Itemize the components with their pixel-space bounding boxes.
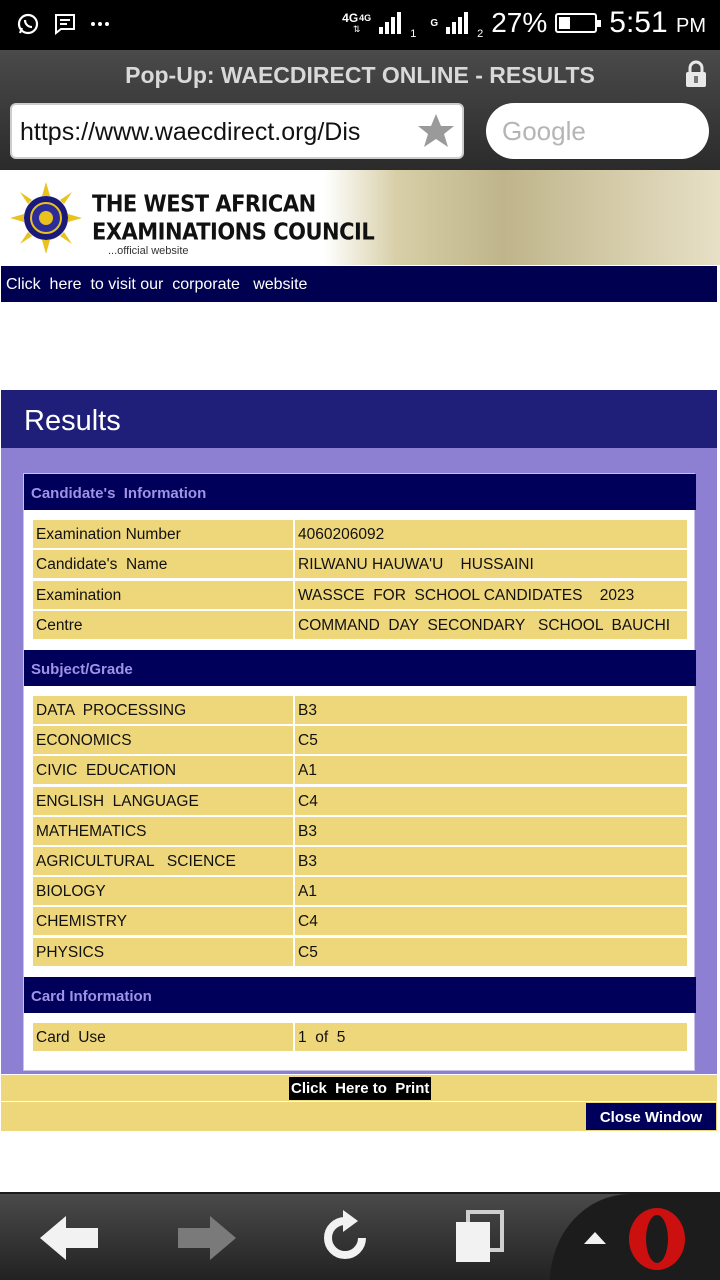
subject-grade-heading: Subject/Grade — [24, 650, 696, 686]
subject-grade-row: ECONOMICS C5 — [33, 726, 687, 755]
candidate-info-row-value: WASSCE FOR SCHOOL CANDIDATES 2023 — [295, 580, 687, 609]
battery-icon — [555, 13, 602, 33]
subject-grade-row-label: ECONOMICS — [33, 726, 293, 755]
browser-nav-bar — [0, 1192, 720, 1280]
subject-grade-row-value: C4 — [295, 907, 687, 936]
battery-percent: 27% — [491, 7, 548, 38]
subject-grade-row-label: DATA PROCESSING — [33, 696, 293, 724]
print-button[interactable]: Click Here to Print — [289, 1077, 432, 1100]
candidate-info-row: Examination WASSCE FOR SCHOOL CANDIDATES … — [33, 580, 687, 609]
banner-title-line2: EXAMINATIONS COUNCIL — [92, 219, 375, 245]
search-placeholder: Google — [502, 116, 586, 146]
url-field[interactable]: https://www.waecdirect.org/Dis — [10, 103, 464, 159]
signal-strength-sim2-icon — [446, 12, 469, 34]
subject-grade-row-value: C5 — [295, 937, 687, 966]
subject-grade-row-value: B3 — [295, 816, 687, 845]
message-icon — [55, 14, 75, 35]
subject-grade-row: DATA PROCESSING B3 — [33, 696, 687, 724]
banner-title: THE WEST AFRICAN EXAMINATIONS COUNCIL — [92, 190, 375, 246]
subject-grade-row-label: MATHEMATICS — [33, 816, 293, 845]
popup-title: Pop-Up: WAECDIRECT ONLINE - RESULTS — [125, 62, 595, 88]
forward-arrow-icon[interactable] — [170, 1208, 240, 1268]
waec-logo-icon — [10, 182, 82, 254]
subject-grade-row: CHEMISTRY C4 — [33, 907, 687, 936]
candidate-info-row-value: 4060206092 — [295, 520, 687, 548]
close-window-button[interactable]: Close Window — [586, 1103, 716, 1130]
results-heading: Results — [1, 390, 717, 448]
candidate-info-row-label: Examination Number — [33, 520, 293, 548]
subject-grade-row-value: A1 — [295, 756, 687, 785]
reload-icon[interactable] — [310, 1208, 380, 1268]
sim1-index: 1 — [410, 28, 417, 40]
card-info-row-value: 1 of 5 — [295, 1023, 687, 1051]
subject-grade-row-value: C4 — [295, 786, 687, 815]
candidate-info-heading: Candidate's Information — [24, 474, 696, 510]
card-info-heading: Card Information — [24, 977, 696, 1013]
clock: 5:51 PM — [609, 6, 706, 40]
clock-time: 5:51 — [609, 6, 668, 39]
card-info-row-label: Card Use — [33, 1023, 293, 1051]
candidate-info-row: Centre COMMAND DAY SECONDARY SCHOOL BAUCH… — [33, 610, 687, 639]
banner-subtitle: ...official website — [108, 245, 189, 257]
tabs-icon[interactable] — [446, 1208, 516, 1268]
back-arrow-icon[interactable] — [36, 1208, 106, 1268]
more-dots-icon — [91, 22, 109, 26]
subject-grade-row-label: CIVIC EDUCATION — [33, 756, 293, 785]
candidate-info-row: Candidate's Name RILWANU HAUWA'U HUSSAINI — [33, 550, 687, 579]
subject-grade-row: MATHEMATICS B3 — [33, 816, 687, 845]
clock-ampm: PM — [676, 15, 706, 37]
search-input[interactable]: Google — [486, 103, 709, 159]
subject-grade-row: CIVIC EDUCATION A1 — [33, 756, 687, 785]
subject-grade-row-value: B3 — [295, 696, 687, 724]
subject-grade-row-label: CHEMISTRY — [33, 907, 293, 936]
candidate-info-row-label: Examination — [33, 580, 293, 609]
subject-grade-row-value: C5 — [295, 726, 687, 755]
results-container: Candidate's Information Examination Numb… — [1, 448, 717, 1074]
browser-toolbar: Pop-Up: WAECDIRECT ONLINE - RESULTS http… — [0, 50, 720, 170]
status-bar: 4G 4G ⇅ 1 G 2 27% 5:51 PM — [0, 0, 720, 50]
network-type-label: 4G — [342, 10, 359, 25]
subject-grade-row-value: A1 — [295, 877, 687, 906]
subject-grade-row: PHYSICS C5 — [33, 937, 687, 966]
candidate-info-row-value: RILWANU HAUWA'U HUSSAINI — [295, 550, 687, 579]
network-type-sim2: G — [430, 17, 439, 29]
subject-grade-row-label: BIOLOGY — [33, 877, 293, 906]
candidate-info-row: Examination Number 4060206092 — [33, 520, 687, 548]
subject-grade-row: AGRICULTURAL SCIENCE B3 — [33, 847, 687, 875]
lock-icon — [686, 60, 706, 87]
subject-grade-row: BIOLOGY A1 — [33, 877, 687, 906]
opera-icon[interactable] — [626, 1206, 688, 1272]
subject-grade-row-label: ENGLISH LANGUAGE — [33, 786, 293, 815]
opera-menu-area — [550, 1194, 720, 1280]
candidate-info-row-value: COMMAND DAY SECONDARY SCHOOL BAUCHI — [295, 610, 687, 639]
subject-grade-row-value: B3 — [295, 847, 687, 875]
card-info-row: Card Use 1 of 5 — [33, 1023, 687, 1051]
bookmark-star-icon[interactable] — [416, 111, 456, 151]
menu-up-icon[interactable] — [582, 1230, 608, 1246]
print-bar: Click Here to Print — [1, 1075, 717, 1101]
url-text: https://www.waecdirect.org/Dis — [20, 118, 361, 146]
results-panel: Candidate's Information Examination Numb… — [23, 473, 696, 1071]
sim2-index: 2 — [477, 28, 484, 40]
subject-grade-row-label: AGRICULTURAL SCIENCE — [33, 847, 293, 875]
subject-grade-row-label: PHYSICS — [33, 937, 293, 966]
candidate-info-row-label: Centre — [33, 610, 293, 639]
network-type-label-secondary: 4G — [359, 12, 372, 23]
candidate-info-row-label: Candidate's Name — [33, 550, 293, 579]
subject-grade-row: ENGLISH LANGUAGE C4 — [33, 786, 687, 815]
close-bar: Close Window — [1, 1102, 717, 1131]
waec-banner: THE WEST AFRICAN EXAMINATIONS COUNCIL ..… — [0, 170, 720, 265]
whatsapp-icon — [17, 13, 39, 35]
data-arrows-icon: ⇅ — [352, 23, 361, 34]
corporate-website-link[interactable]: Click here to visit our corporate websit… — [1, 266, 717, 302]
signal-strength-sim1-icon — [379, 12, 402, 34]
banner-title-line1: THE WEST AFRICAN — [92, 191, 316, 217]
